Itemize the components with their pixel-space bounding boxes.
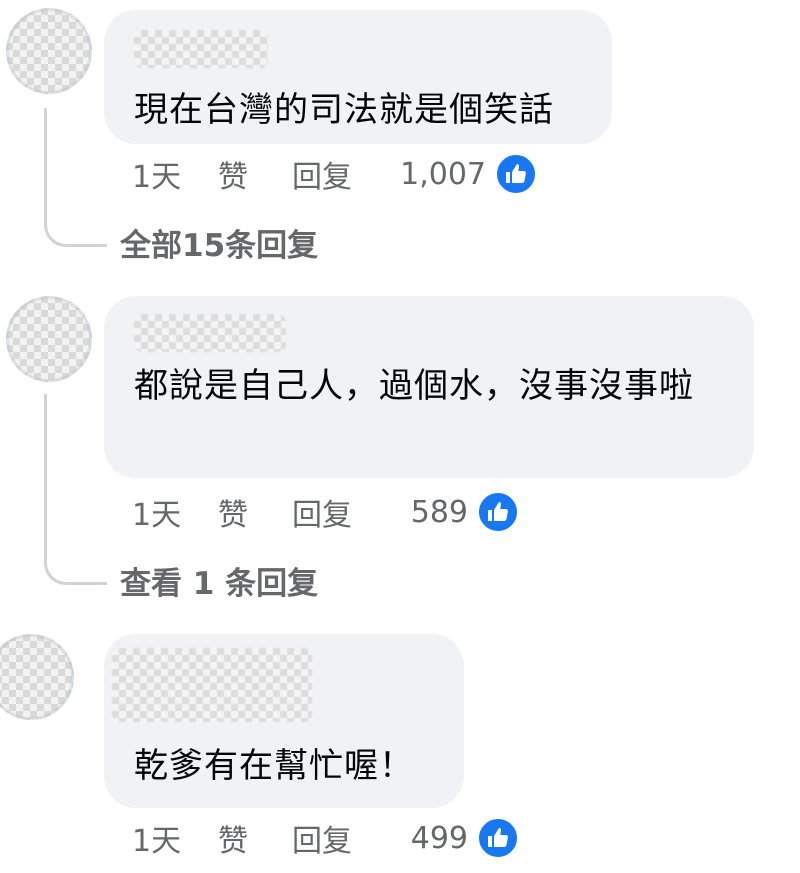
reply-button[interactable]: 回复: [292, 490, 352, 534]
view-all-replies-link[interactable]: 全部15条回复: [120, 224, 318, 268]
reply-button[interactable]: 回复: [292, 816, 352, 860]
comment-actions: 1天 赞 回复 1,007: [132, 152, 538, 196]
like-button[interactable]: 赞: [218, 816, 248, 860]
comment-time[interactable]: 1天: [132, 152, 181, 196]
like-button[interactable]: 赞: [218, 152, 248, 196]
reaction-count[interactable]: 499: [411, 821, 468, 856]
thread-connector: [44, 394, 107, 585]
like-button[interactable]: 赞: [218, 490, 248, 534]
avatar[interactable]: [0, 634, 74, 720]
comment-actions: 1天 赞 回复 499: [132, 816, 520, 860]
reply-button[interactable]: 回复: [292, 152, 352, 196]
author-name-redacted[interactable]: [112, 648, 312, 722]
comment-time[interactable]: 1天: [132, 490, 181, 534]
avatar[interactable]: [6, 8, 92, 94]
thumbs-up-icon[interactable]: [476, 816, 520, 860]
comment-text: 現在台灣的司法就是個笑話: [134, 90, 554, 130]
comment-text: 乾爹有在幫忙喔！: [134, 746, 414, 786]
reaction-count[interactable]: 1,007: [400, 157, 486, 192]
comment-bubble: 現在台灣的司法就是個笑話: [104, 10, 612, 144]
comment-time[interactable]: 1天: [132, 816, 181, 860]
thumbs-up-icon[interactable]: [476, 490, 520, 534]
comment-bubble: 都說是自己人，過個水，沒事沒事啦: [104, 296, 754, 478]
thumbs-up-icon[interactable]: [494, 152, 538, 196]
comment-actions: 1天 赞 回复 589: [132, 490, 520, 534]
comment-bubble: 乾爹有在幫忙喔！: [104, 634, 464, 808]
author-name-redacted[interactable]: [134, 30, 268, 68]
comment-text: 都說是自己人，過個水，沒事沒事啦: [134, 366, 694, 406]
view-replies-link[interactable]: 查看 1 条回复: [120, 562, 318, 606]
avatar[interactable]: [6, 296, 92, 382]
reaction-count[interactable]: 589: [411, 495, 468, 530]
author-name-redacted[interactable]: [134, 314, 286, 352]
thread-connector: [44, 108, 107, 247]
